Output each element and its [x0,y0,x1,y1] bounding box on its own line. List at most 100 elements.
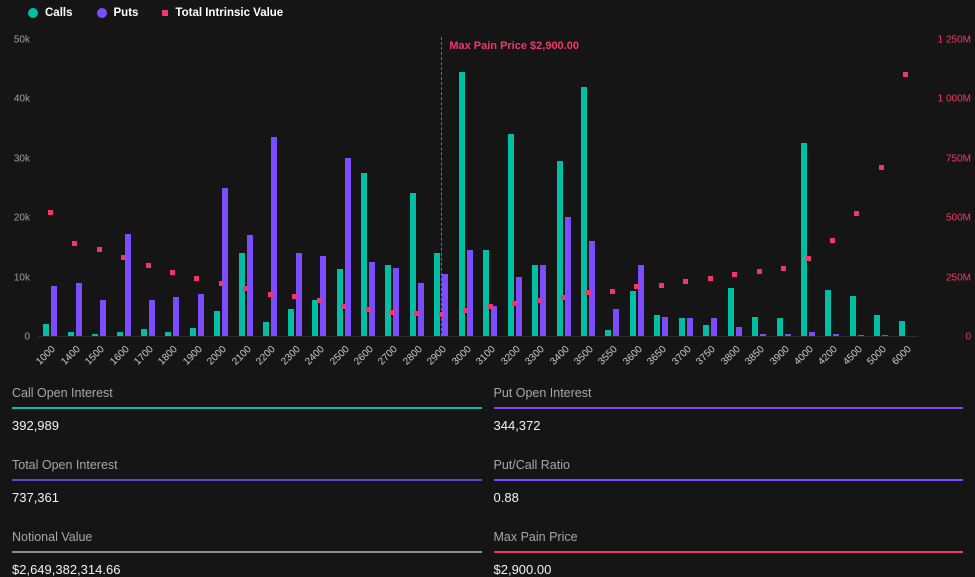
intrinsic-value-dot [48,210,53,215]
intrinsic-value-dot [243,286,248,291]
put-bar [222,188,228,337]
call-bar [874,315,880,336]
stat-value: $2,649,382,314.66 [12,553,482,577]
stat-max-pain-price: Max Pain Price $2,900.00 [494,530,964,577]
stat-value: $2,900.00 [494,553,964,577]
put-bar [858,335,864,336]
x-axis-tick: 6000 [890,344,914,368]
call-bar [850,296,856,336]
stat-label: Total Open Interest [12,458,482,479]
call-bar [434,253,440,336]
put-bar [687,318,693,336]
x-axis-tick: 4200 [817,344,841,368]
stat-notional-value: Notional Value $2,649,382,314.66 [12,530,482,577]
call-bar [117,332,123,336]
intrinsic-value-dot [463,308,468,313]
puts-marker-icon [97,8,107,18]
left-axis-tick: 40k [14,94,30,105]
call-bar [777,318,783,336]
call-bar [92,334,98,336]
x-axis-tick: 2000 [206,344,230,368]
intrinsic-value-dot [268,292,273,297]
x-axis-tick: 3700 [670,344,694,368]
x-axis-tick: 1000 [34,344,58,368]
intrinsic-value-dot [732,272,737,277]
call-bar [899,321,905,336]
left-axis-tick: 10k [14,272,30,283]
right-axis-labels: 0250M500M750M1 000M1 250M [921,40,973,337]
left-axis-tick: 20k [14,213,30,224]
stat-label: Put Open Interest [494,386,964,407]
call-bar [752,317,758,336]
put-bar [516,277,522,336]
max-pain-chart: Calls Puts Total Intrinsic Value 0 10k 20k… [0,0,975,378]
call-bar [141,329,147,336]
call-bar [337,269,343,336]
left-axis-tick: 0 [24,332,30,343]
stat-total-open-interest: Total Open Interest 737,361 [12,458,482,505]
call-bar [825,290,831,336]
intrinsic-value-dot [659,283,664,288]
put-bar [467,250,473,336]
call-bar [728,288,734,336]
put-bar [613,309,619,336]
call-bar [288,309,294,336]
stat-label: Put/Call Ratio [494,458,964,479]
plot-area[interactable]: Max Pain Price $2,900.00 [38,40,918,337]
x-axis-tick: 1700 [132,344,156,368]
intrinsic-value-dot [806,256,811,261]
call-bar [679,318,685,336]
right-axis-tick: 1 000M [938,94,971,105]
put-bar [711,318,717,336]
intrinsic-value-dot [610,289,615,294]
put-bar [76,283,82,336]
chart-legend: Calls Puts Total Intrinsic Value [28,7,283,19]
call-bar [385,265,391,336]
call-bar [43,324,49,336]
intrinsic-value-dot [879,165,884,170]
call-bar [165,332,171,336]
put-bar [125,234,131,336]
call-bar [239,253,245,336]
x-axis-tick: 2600 [352,344,376,368]
x-axis-tick: 1400 [59,344,83,368]
put-bar [442,274,448,336]
intrinsic-value-dot [757,269,762,274]
x-axis-tick: 3650 [646,344,670,368]
call-bar [263,322,269,336]
put-bar [369,262,375,336]
intrinsic-value-dot [561,295,566,300]
call-bar [605,330,611,336]
intrinsic-value-dot [903,72,908,77]
legend-item-puts[interactable]: Puts [97,7,139,19]
put-bar [809,332,815,336]
stat-label: Max Pain Price [494,530,964,551]
put-bar [833,334,839,336]
intrinsic-value-dot [830,238,835,243]
stat-put-call-ratio: Put/Call Ratio 0.88 [494,458,964,505]
intrinsic-value-dot [537,298,542,303]
x-axis-tick: 2500 [328,344,352,368]
x-axis-tick: 3100 [474,344,498,368]
intrinsic-value-dot [170,270,175,275]
put-bar [198,294,204,336]
call-bar [703,325,709,336]
put-bar [882,335,888,336]
put-bar [638,265,644,336]
x-axis-tick: 5000 [866,344,890,368]
x-axis-tick: 2200 [254,344,278,368]
legend-item-calls[interactable]: Calls [28,7,73,19]
call-bar [68,332,74,336]
x-axis-tick: 1500 [83,344,107,368]
intrinsic-value-dot [708,276,713,281]
x-axis-tick: 3850 [743,344,767,368]
legend-item-total-intrinsic-value[interactable]: Total Intrinsic Value [162,7,283,19]
intrinsic-value-dot [72,241,77,246]
call-bar [214,311,220,336]
call-bar [654,315,660,336]
put-bar [589,241,595,336]
x-axis-tick: 2100 [230,344,254,368]
left-axis-tick: 30k [14,153,30,164]
intrinsic-value-dot [488,304,493,309]
intrinsic-value-dot [317,298,322,303]
